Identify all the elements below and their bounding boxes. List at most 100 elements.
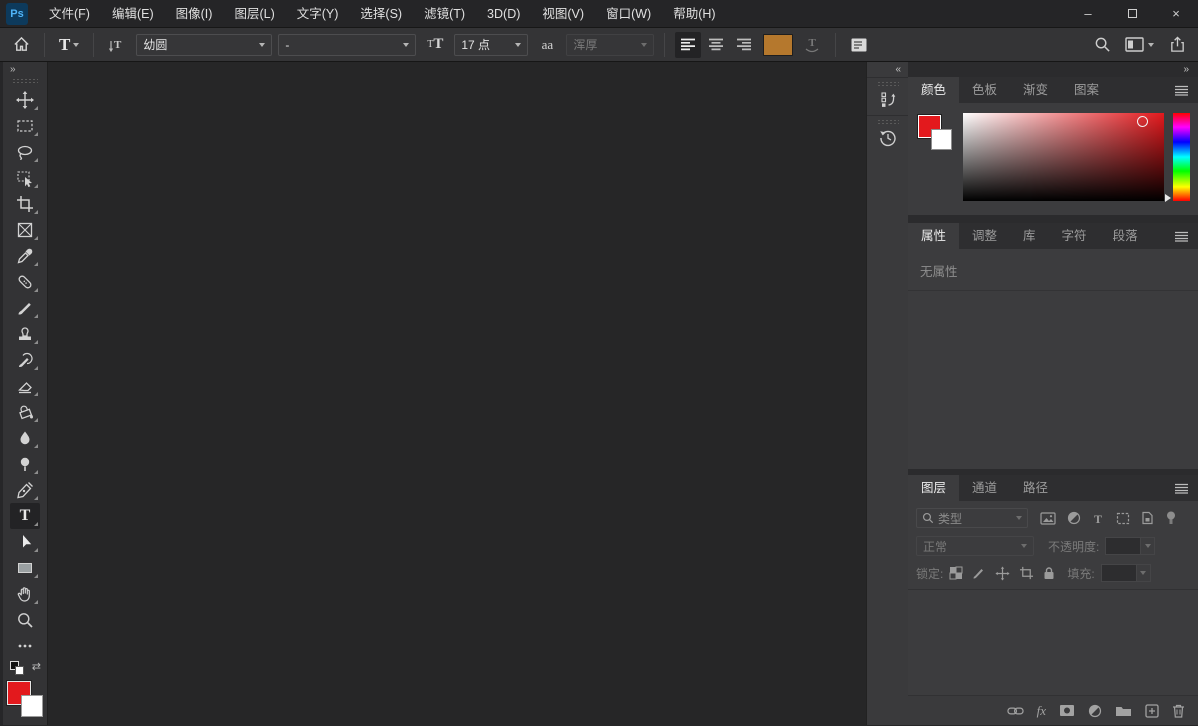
clone-stamp-tool[interactable] — [10, 321, 40, 347]
move-tool[interactable] — [10, 87, 40, 113]
type-tool[interactable]: T — [10, 503, 40, 529]
dodge-tool[interactable] — [10, 451, 40, 477]
edit-toolbar-button[interactable] — [10, 633, 40, 659]
link-layers-icon[interactable] — [1006, 705, 1024, 717]
layer-filter-type-select[interactable]: 类型 — [916, 508, 1028, 528]
fill-dropdown-button[interactable] — [1136, 564, 1151, 582]
panel-menu-icon[interactable] — [1174, 231, 1189, 242]
fill-select[interactable] — [1100, 564, 1151, 582]
tab-layers[interactable]: 图层 — [908, 475, 960, 501]
lock-pixels-icon[interactable] — [972, 566, 986, 580]
opacity-dropdown-button[interactable] — [1141, 537, 1156, 555]
minimize-button[interactable]: – — [1066, 0, 1110, 28]
panels-collapse[interactable]: » — [908, 62, 1198, 77]
align-center-button[interactable] — [703, 32, 729, 58]
current-tool-preset[interactable]: T — [55, 35, 83, 55]
saturation-brightness-field[interactable] — [963, 113, 1164, 201]
lock-transparency-icon[interactable] — [949, 566, 963, 580]
blur-tool[interactable] — [10, 425, 40, 451]
menu-type[interactable]: 文字(Y) — [286, 0, 350, 28]
menu-help[interactable]: 帮助(H) — [662, 0, 726, 28]
tab-channels[interactable]: 通道 — [959, 475, 1010, 501]
blend-mode-select[interactable]: 正常 — [916, 536, 1034, 556]
text-color-swatch[interactable] — [763, 33, 794, 56]
warp-text-button[interactable]: T — [799, 32, 825, 58]
lock-all-icon[interactable] — [1043, 566, 1055, 580]
panel-menu-icon[interactable] — [1174, 85, 1189, 96]
lock-position-icon[interactable] — [995, 565, 1010, 581]
menu-window[interactable]: 窗口(W) — [595, 0, 662, 28]
spot-healing-brush-tool[interactable] — [10, 269, 40, 295]
lasso-tool[interactable] — [10, 139, 40, 165]
tab-color[interactable]: 颜色 — [908, 77, 960, 103]
layers-list-empty[interactable] — [908, 590, 1198, 695]
menu-filter[interactable]: 滤镜(T) — [413, 0, 476, 28]
crop-tool[interactable] — [10, 191, 40, 217]
tab-paths[interactable]: 路径 — [1010, 475, 1061, 501]
layer-filtering-toggle[interactable] — [1165, 510, 1177, 526]
tab-paragraph[interactable]: 段落 — [1100, 223, 1151, 249]
anti-alias-select[interactable]: 浑厚 — [566, 33, 655, 56]
menu-file[interactable]: 文件(F) — [38, 0, 101, 28]
panel-menu-icon[interactable] — [1174, 483, 1189, 494]
pen-tool[interactable] — [10, 477, 40, 503]
toolbar-gripper[interactable] — [12, 78, 38, 84]
text-orientation-toggle[interactable]: T — [104, 32, 130, 58]
filter-adjustment-layers-icon[interactable] — [1067, 511, 1081, 525]
add-layer-mask-icon[interactable] — [1059, 704, 1075, 717]
tab-libraries[interactable]: 库 — [1010, 223, 1049, 249]
zoom-tool[interactable] — [10, 607, 40, 633]
tab-properties[interactable]: 属性 — [908, 223, 960, 249]
align-right-button[interactable] — [731, 32, 757, 58]
filter-type-layers-icon[interactable]: T — [1092, 512, 1105, 525]
gradient-tool[interactable] — [10, 399, 40, 425]
share-button[interactable] — [1164, 32, 1190, 58]
tab-character[interactable]: 字符 — [1049, 223, 1100, 249]
brush-tool[interactable] — [10, 295, 40, 321]
toggle-panels-button[interactable] — [846, 32, 872, 58]
align-left-button[interactable] — [675, 31, 702, 58]
frame-tool[interactable] — [10, 217, 40, 243]
add-adjustment-layer-icon[interactable] — [1088, 704, 1102, 718]
menu-select[interactable]: 选择(S) — [349, 0, 413, 28]
workspace-switcher[interactable] — [1125, 37, 1154, 52]
menu-view[interactable]: 视图(V) — [531, 0, 595, 28]
hue-slider-marker[interactable] — [1165, 194, 1171, 202]
maximize-button[interactable] — [1110, 0, 1154, 28]
color-picker-circle[interactable] — [1137, 116, 1148, 127]
actions-panel-button[interactable] — [867, 77, 908, 115]
object-selection-tool[interactable] — [10, 165, 40, 191]
dock-collapse[interactable]: « — [867, 62, 908, 77]
canvas-area[interactable] — [48, 62, 866, 725]
font-size-select[interactable]: 17 点 — [454, 33, 529, 56]
menu-3d[interactable]: 3D(D) — [476, 0, 531, 28]
font-family-select[interactable]: 幼圆 — [136, 33, 273, 56]
menu-image[interactable]: 图像(I) — [165, 0, 224, 28]
menu-edit[interactable]: 编辑(E) — [101, 0, 165, 28]
hue-slider[interactable] — [1165, 113, 1190, 202]
opacity-select[interactable] — [1105, 537, 1156, 555]
menu-layer[interactable]: 图层(L) — [223, 0, 285, 28]
close-button[interactable]: × — [1154, 0, 1198, 28]
eyedropper-tool[interactable] — [10, 243, 40, 269]
tab-gradients[interactable]: 渐变 — [1010, 77, 1061, 103]
path-selection-tool[interactable] — [10, 529, 40, 555]
font-style-select[interactable]: - — [278, 33, 417, 56]
filter-pixel-layers-icon[interactable] — [1040, 511, 1056, 525]
filter-shape-layers-icon[interactable] — [1116, 512, 1130, 525]
new-group-icon[interactable] — [1115, 704, 1132, 717]
tab-adjustments[interactable]: 调整 — [959, 223, 1010, 249]
history-brush-tool[interactable] — [10, 347, 40, 373]
new-layer-icon[interactable] — [1145, 703, 1159, 718]
toolbar-collapse[interactable]: » — [3, 62, 47, 77]
history-panel-button[interactable] — [867, 115, 908, 153]
hand-tool[interactable] — [10, 581, 40, 607]
tab-patterns[interactable]: 图案 — [1061, 77, 1112, 103]
filter-smart-objects-icon[interactable] — [1141, 511, 1154, 525]
background-color-swatch[interactable] — [931, 129, 952, 150]
eraser-tool[interactable] — [10, 373, 40, 399]
swap-colors-icon[interactable]: ⇄ — [32, 660, 41, 673]
search-button[interactable] — [1089, 32, 1115, 58]
home-button[interactable] — [8, 32, 34, 58]
layer-style-icon[interactable]: fx — [1037, 703, 1046, 719]
